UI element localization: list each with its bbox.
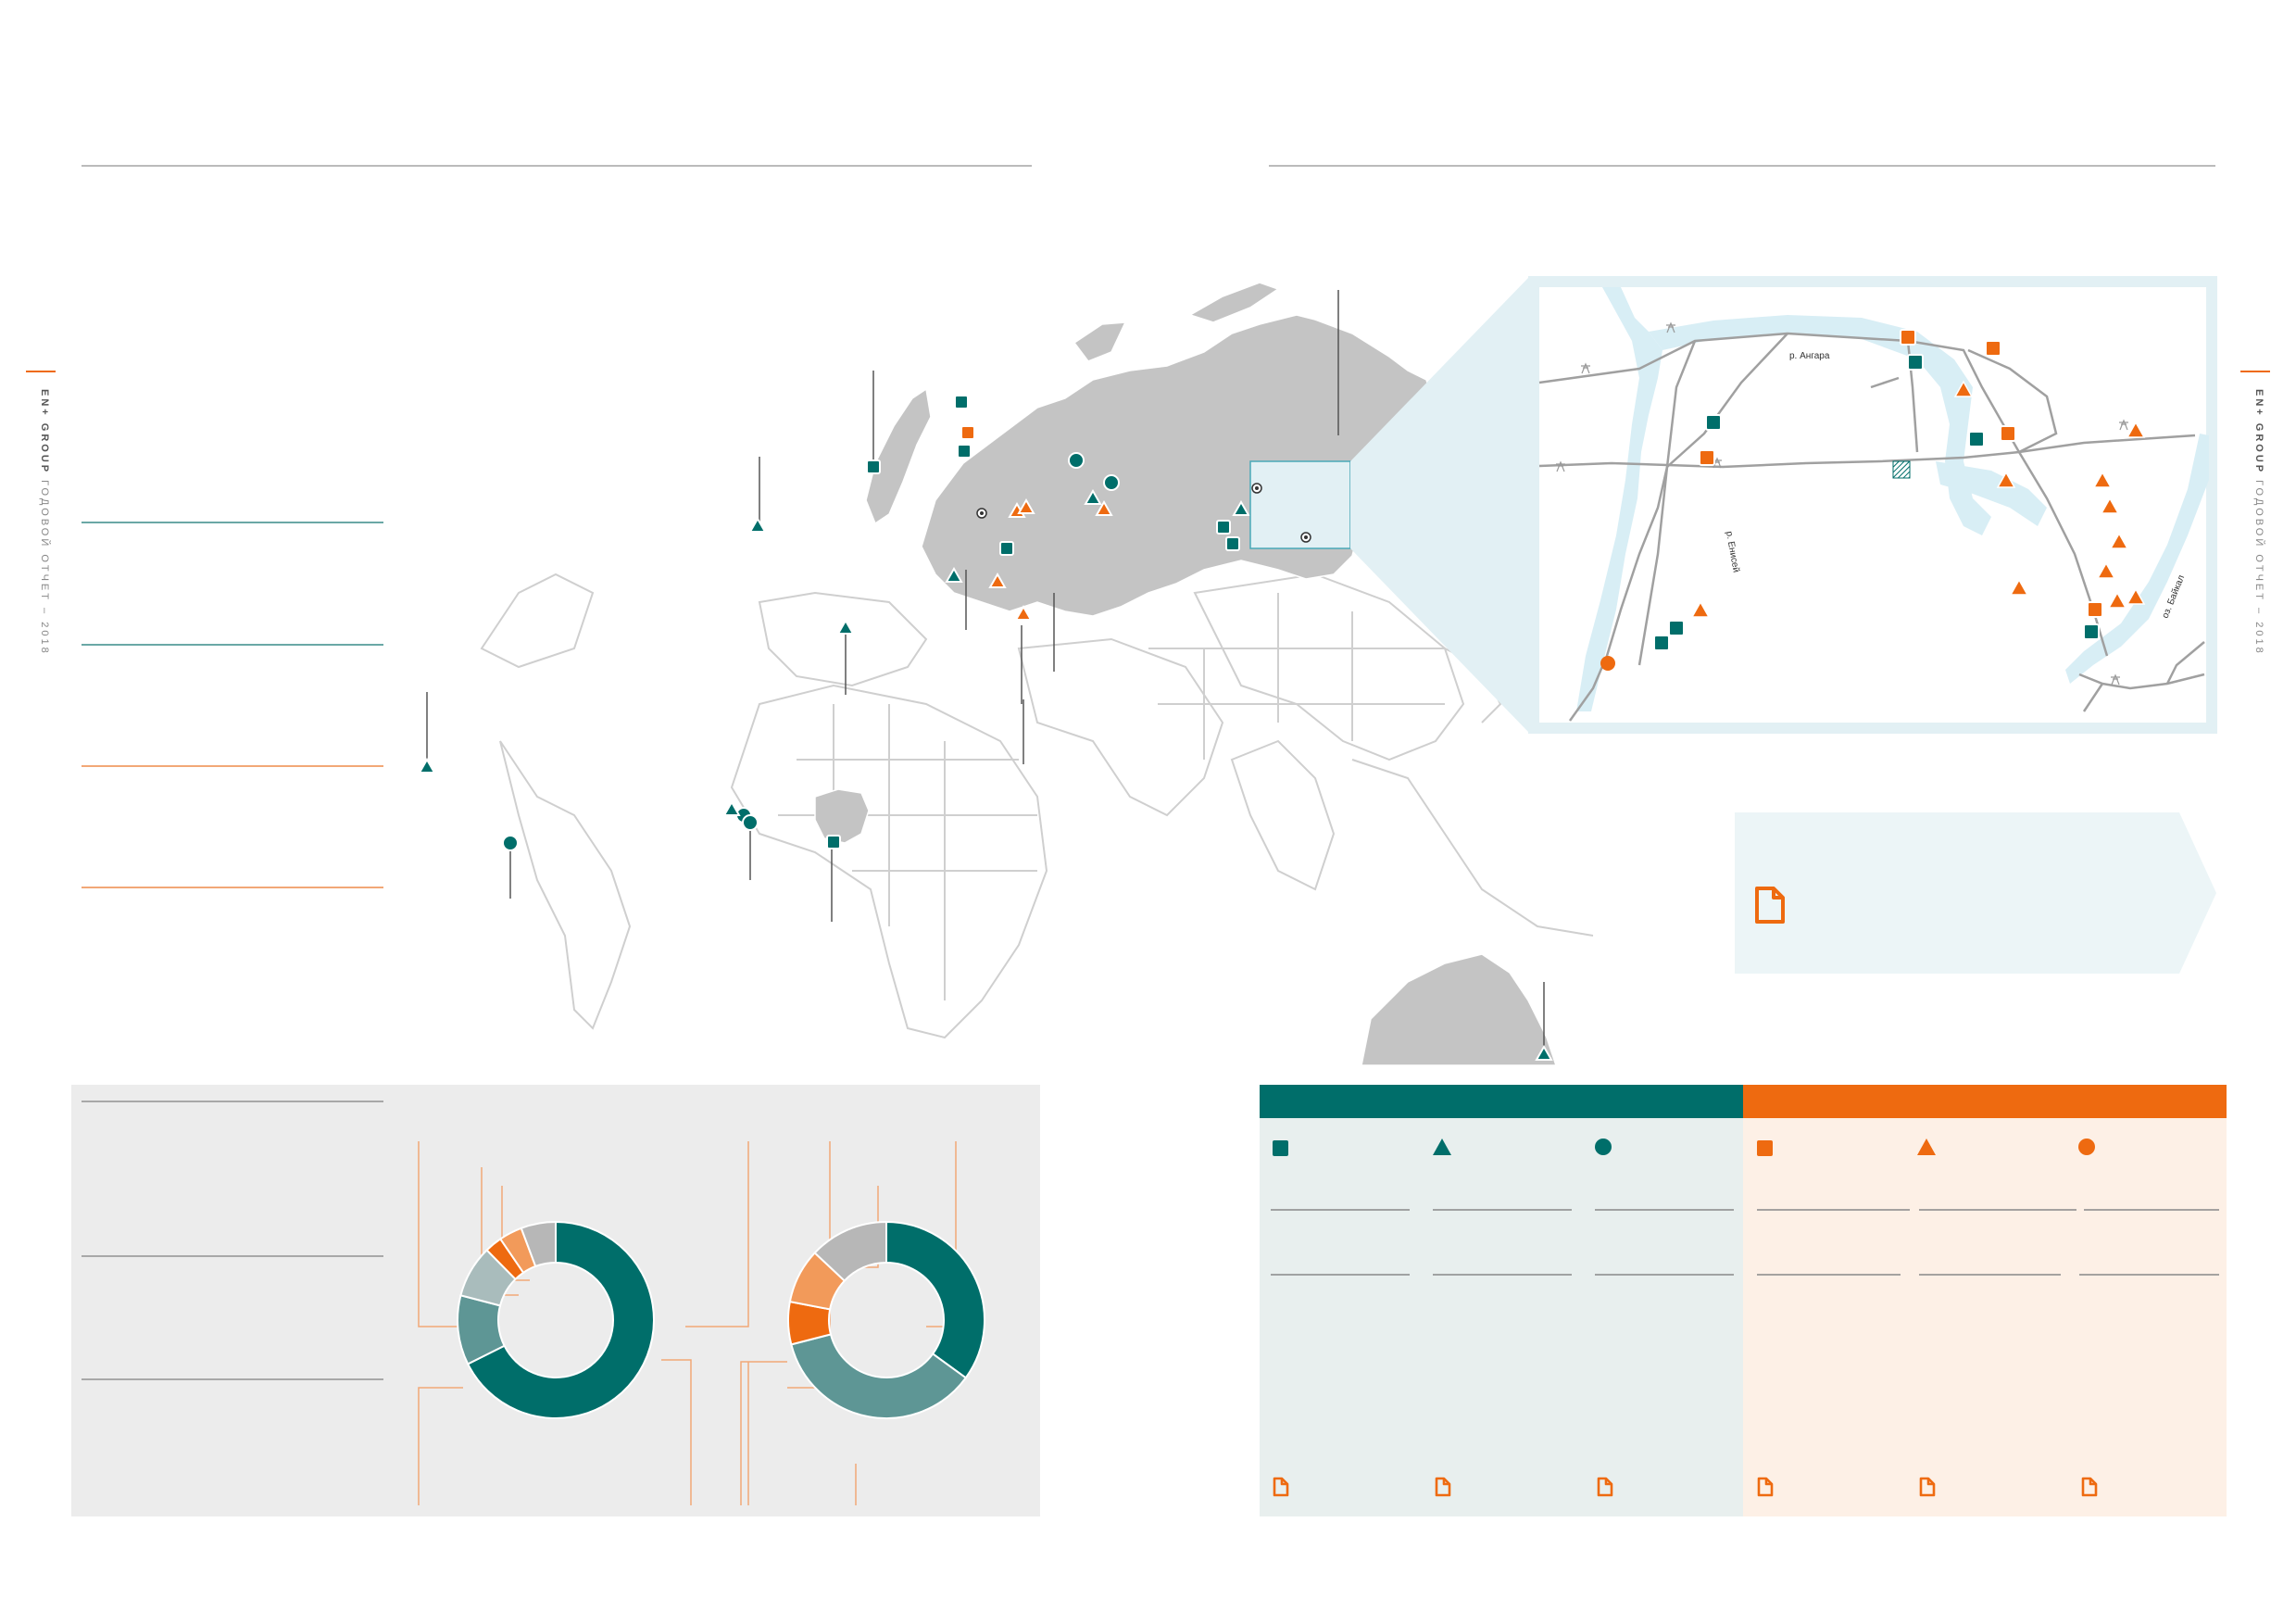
world-map <box>418 278 1594 1065</box>
report-title-label: ГОДОВОЙ ОТЧЕТ <box>39 480 50 602</box>
brand-label: EN+ GROUP <box>39 389 50 475</box>
donut-chart-1 <box>457 1220 655 1419</box>
left-rule-2 <box>82 644 383 646</box>
donut-charts <box>418 1141 985 1505</box>
document-icon[interactable] <box>1753 886 1787 925</box>
legend-header-teal <box>1260 1085 1743 1118</box>
doc-icon-6 <box>2081 1477 2098 1497</box>
panel-rule-2 <box>82 1255 383 1257</box>
inset-map: р. Ангара р. Енисей оз. Байкал <box>1528 276 2217 734</box>
year-label-right: 2018 <box>2253 622 2265 656</box>
side-label-left: EN+ GROUP ГОДОВОЙ ОТЧЕТ – 2018 <box>39 389 50 656</box>
legend-table <box>1271 1139 2219 1497</box>
panel-rule-3 <box>82 1378 383 1380</box>
top-rule-left <box>82 165 1032 167</box>
top-rule-right <box>1269 165 2215 167</box>
teal-square-icon <box>1273 1140 1288 1156</box>
river-angara-label: р. Ангара <box>1789 351 1830 361</box>
doc-icon-5 <box>1919 1477 1936 1497</box>
side-accent-right <box>2240 371 2270 372</box>
donut-slice-1 <box>885 1220 985 1379</box>
report-title-label-right: ГОДОВОЙ ОТЧЕТ <box>2253 480 2265 602</box>
left-rule-4 <box>82 887 383 888</box>
left-rule-1 <box>82 522 383 523</box>
side-label-right: EN+ GROUP ГОДОВОЙ ОТЧЕТ – 2018 <box>2253 389 2265 656</box>
orange-triangle-icon <box>1917 1139 1936 1155</box>
year-label: 2018 <box>39 622 50 656</box>
doc-icon-3 <box>1597 1477 1613 1497</box>
panel-rule-1 <box>82 1101 383 1102</box>
brand-label-right: EN+ GROUP <box>2253 389 2265 475</box>
side-accent-left <box>26 371 56 372</box>
teal-circle-icon <box>1595 1139 1612 1155</box>
orange-square-icon <box>1757 1140 1773 1156</box>
doc-icon-1 <box>1273 1477 1289 1497</box>
left-rule-3 <box>82 765 383 767</box>
donut-chart-2 <box>787 1220 985 1419</box>
teal-triangle-icon <box>1433 1139 1451 1155</box>
doc-icon-2 <box>1435 1477 1451 1497</box>
callout-arrow-panel <box>1735 812 2216 974</box>
legend-header-orange <box>1743 1085 2227 1118</box>
doc-icon-4 <box>1757 1477 1774 1497</box>
orange-circle-icon <box>2078 1139 2095 1155</box>
